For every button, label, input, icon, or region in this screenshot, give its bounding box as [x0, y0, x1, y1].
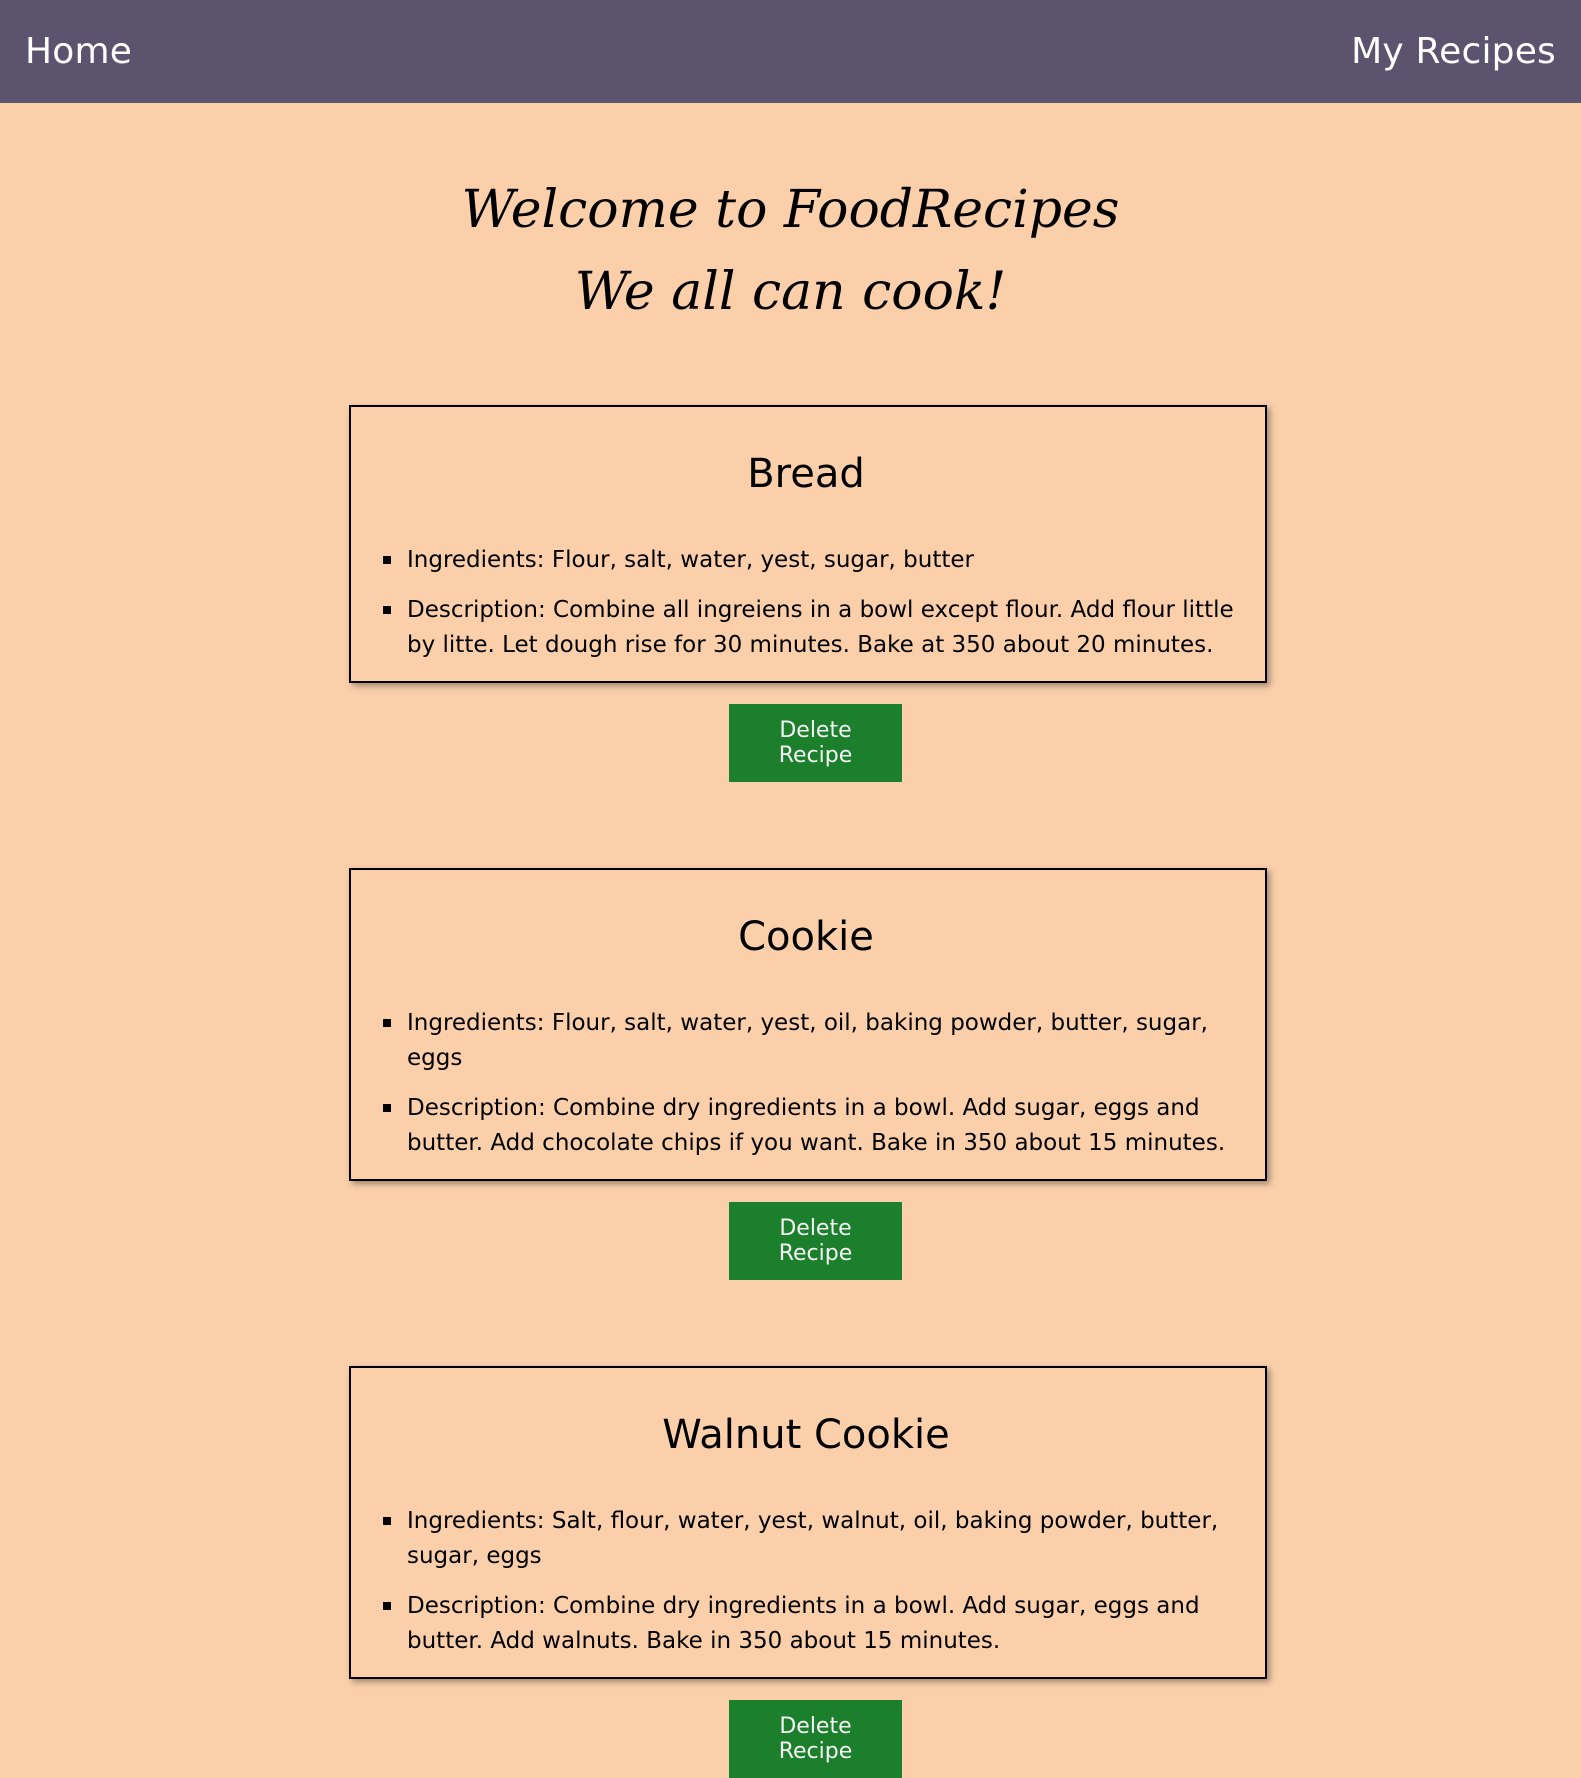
recipe-title: Bread	[747, 451, 865, 497]
square-bullet-icon	[383, 1602, 391, 1610]
square-bullet-icon	[383, 556, 391, 564]
button-row: Delete Recipe	[0, 704, 1581, 782]
recipe-block-bread: Bread Ingredients: Flour, salt, water, y…	[0, 405, 1581, 782]
recipe-card: Cookie Ingredients: Flour, salt, water, …	[349, 868, 1267, 1181]
recipe-description-text: Description: Combine all ingreiens in a …	[407, 597, 1234, 658]
delete-recipe-button[interactable]: Delete Recipe	[729, 704, 902, 782]
button-row: Delete Recipe	[0, 1700, 1581, 1778]
square-bullet-icon	[383, 1517, 391, 1525]
recipe-ingredients-text: Ingredients: Salt, flour, water, yest, w…	[407, 1508, 1219, 1569]
recipe-block-walnut-cookie: Walnut Cookie Ingredients: Salt, flour, …	[0, 1366, 1581, 1778]
recipe-list: Bread Ingredients: Flour, salt, water, y…	[0, 405, 1581, 1778]
square-bullet-icon	[383, 606, 391, 614]
recipe-ingredients-text: Ingredients: Flour, salt, water, yest, s…	[407, 547, 974, 573]
button-row: Delete Recipe	[0, 1202, 1581, 1280]
navbar: Home My Recipes	[0, 0, 1581, 103]
recipe-title: Walnut Cookie	[662, 1412, 950, 1458]
nav-my-recipes-link[interactable]: My Recipes	[1351, 31, 1556, 72]
recipe-ingredients: Ingredients: Salt, flour, water, yest, w…	[367, 1504, 1245, 1574]
recipe-details: Ingredients: Flour, salt, water, yest, o…	[367, 1006, 1245, 1161]
delete-recipe-button[interactable]: Delete Recipe	[729, 1700, 902, 1778]
hero-title: Welcome to FoodRecipes	[461, 180, 1120, 240]
recipe-details: Ingredients: Salt, flour, water, yest, w…	[367, 1504, 1245, 1659]
recipe-description-text: Description: Combine dry ingredients in …	[407, 1095, 1226, 1156]
recipe-ingredients-text: Ingredients: Flour, salt, water, yest, o…	[407, 1010, 1208, 1071]
recipe-card: Bread Ingredients: Flour, salt, water, y…	[349, 405, 1267, 683]
hero: Welcome to FoodRecipes We all can cook!	[0, 169, 1581, 333]
recipe-description: Description: Combine all ingreiens in a …	[367, 593, 1245, 663]
delete-recipe-button[interactable]: Delete Recipe	[729, 1202, 902, 1280]
recipe-description-text: Description: Combine dry ingredients in …	[407, 1593, 1200, 1654]
recipe-description: Description: Combine dry ingredients in …	[367, 1589, 1245, 1659]
recipe-title: Cookie	[738, 914, 874, 960]
recipe-ingredients: Ingredients: Flour, salt, water, yest, s…	[367, 543, 1245, 578]
recipe-description: Description: Combine dry ingredients in …	[367, 1091, 1245, 1161]
square-bullet-icon	[383, 1019, 391, 1027]
recipe-ingredients: Ingredients: Flour, salt, water, yest, o…	[367, 1006, 1245, 1076]
recipe-card: Walnut Cookie Ingredients: Salt, flour, …	[349, 1366, 1267, 1679]
hero-subtitle: We all can cook!	[574, 262, 1007, 322]
nav-home-link[interactable]: Home	[25, 31, 132, 72]
recipe-block-cookie: Cookie Ingredients: Flour, salt, water, …	[0, 868, 1581, 1280]
square-bullet-icon	[383, 1104, 391, 1112]
recipe-details: Ingredients: Flour, salt, water, yest, s…	[367, 543, 1245, 663]
